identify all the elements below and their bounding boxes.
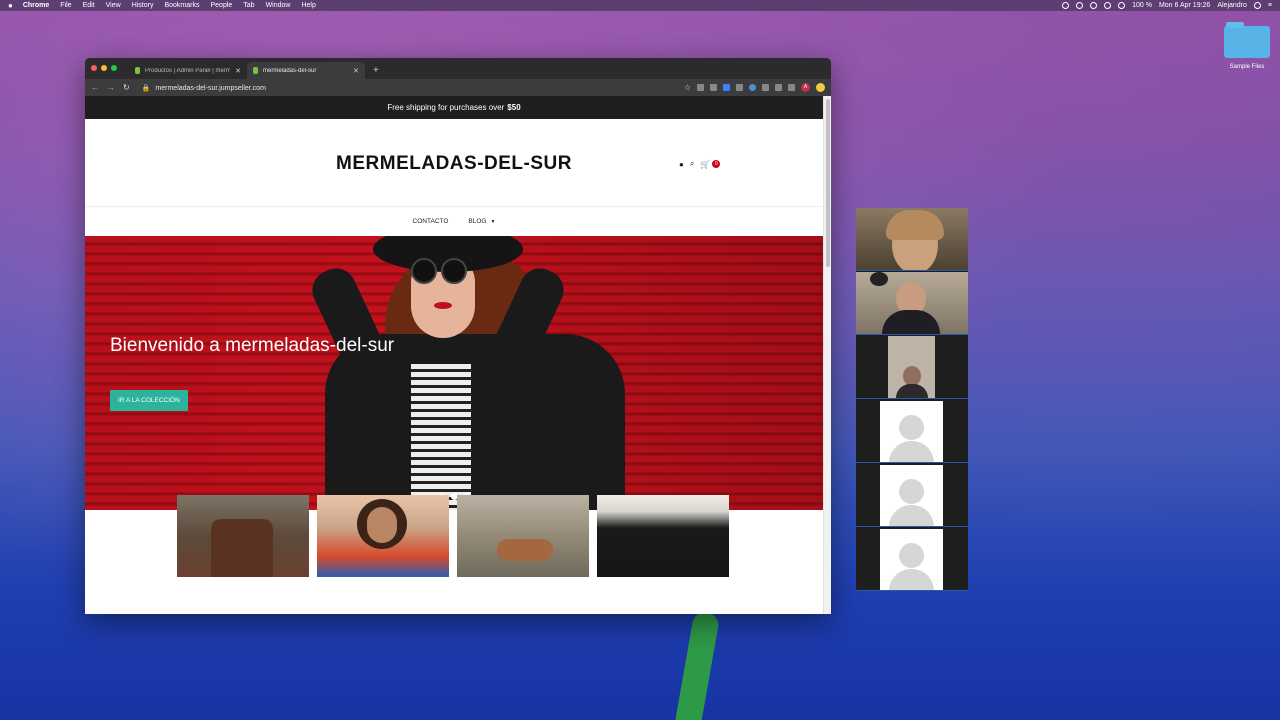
nav-blog-label: BLOG <box>468 218 487 225</box>
extension-icon[interactable] <box>775 84 782 91</box>
menu-edit[interactable]: Edit <box>83 2 95 9</box>
reload-icon[interactable]: ↻ <box>123 83 130 92</box>
hero-slider: Bienvenido a mermeladas-del-sur IR A LA … <box>85 236 823 510</box>
hero-image-shirt <box>411 364 471 510</box>
battery-percent[interactable]: 100 % <box>1132 2 1152 9</box>
tab-title: mermeladas-del-sur <box>263 67 317 74</box>
folder-icon <box>1224 22 1270 58</box>
url-text: mermeladas-del-sur.jumpseller.com <box>155 84 266 92</box>
clock[interactable]: Mon 6 Apr 19:26 <box>1159 2 1210 9</box>
participant-tile-no-video[interactable] <box>856 528 968 591</box>
forward-icon[interactable]: → <box>107 83 115 92</box>
menu-bar: ● Chrome File Edit View History Bookmark… <box>0 0 1280 11</box>
product-image-shoes[interactable] <box>457 495 589 577</box>
extension-icon[interactable] <box>788 84 795 91</box>
menu-history[interactable]: History <box>132 2 154 9</box>
status-area: 100 % Mon 6 Apr 19:26 Alejandro ≡ <box>1062 2 1272 9</box>
product-grid <box>177 495 729 577</box>
lock-icon: 🔒 <box>141 84 151 92</box>
participant-tile-no-video[interactable] <box>856 464 968 527</box>
folder-label: Sample Files <box>1229 64 1265 70</box>
menu-bookmarks[interactable]: Bookmarks <box>164 2 199 9</box>
menu-icon[interactable] <box>816 83 825 92</box>
extension-icon[interactable] <box>723 84 730 91</box>
menu-app-name[interactable]: Chrome <box>23 2 49 9</box>
announcement-text: Free shipping for purchases over <box>387 103 505 112</box>
back-icon[interactable]: ← <box>91 83 99 92</box>
menu-help[interactable]: Help <box>301 2 315 9</box>
status-icon[interactable] <box>1062 2 1070 9</box>
close-window-button[interactable] <box>91 65 97 71</box>
tab-store[interactable]: mermeladas-del-sur ✕ <box>247 62 365 79</box>
announcement-amount: $50 <box>507 103 521 112</box>
close-tab-icon[interactable]: ✕ <box>353 67 359 75</box>
nav-blog[interactable]: BLOG ▼ <box>468 218 495 225</box>
tab-title: Productos | Admin Panel | merm <box>145 67 231 74</box>
desktop-folder[interactable]: Sample Files <box>1224 22 1270 70</box>
avatar-placeholder-icon <box>880 465 943 526</box>
jumpseller-favicon-icon <box>135 67 140 74</box>
hero-image-sunglasses <box>441 258 467 284</box>
nav-contacto[interactable]: CONTACTO <box>413 218 449 225</box>
wifi-icon[interactable] <box>1104 2 1112 9</box>
menu-file[interactable]: File <box>60 2 71 9</box>
avatar-placeholder-icon <box>880 401 943 462</box>
status-icon[interactable] <box>1090 2 1098 9</box>
participant-tile[interactable] <box>856 336 968 399</box>
store-header: MERMELADAS-DEL-SUR ● ⌕ 🛒 0 <box>85 119 823 207</box>
announcement-bar: Free shipping for purchases over $50 <box>85 96 823 119</box>
menu-window[interactable]: Window <box>266 2 291 9</box>
menu-tab[interactable]: Tab <box>243 2 254 9</box>
hero-cta-button[interactable]: IR A LA COLECCIÓN <box>110 390 188 411</box>
apple-menu-icon[interactable]: ● <box>8 1 13 10</box>
extension-icon[interactable] <box>762 84 769 91</box>
notification-center-icon[interactable]: ≡ <box>1268 2 1272 9</box>
extensions-area: ☆ A <box>684 83 825 92</box>
jumpseller-favicon-icon <box>253 67 258 74</box>
window-controls <box>91 65 117 71</box>
menu-view[interactable]: View <box>106 2 121 9</box>
minimize-window-button[interactable] <box>101 65 107 71</box>
product-image-woman[interactable] <box>317 495 449 577</box>
address-bar: ← → ↻ 🔒 mermeladas-del-sur.jumpseller.com… <box>85 79 831 96</box>
store-page: Free shipping for purchases over $50 MER… <box>85 96 823 614</box>
hero-title: Bienvenido a mermeladas-del-sur <box>110 335 395 356</box>
tab-admin-panel[interactable]: Productos | Admin Panel | merm ✕ <box>129 62 247 79</box>
menu-people[interactable]: People <box>210 2 232 9</box>
siri-icon[interactable] <box>1253 2 1261 9</box>
participant-tile-no-video[interactable] <box>856 400 968 463</box>
search-icon[interactable]: ⌕ <box>690 159 694 169</box>
product-image-skirt[interactable] <box>597 495 729 577</box>
extension-icon[interactable] <box>736 84 743 91</box>
page-scrollbar[interactable] <box>823 96 831 614</box>
participant-tile[interactable] <box>856 208 968 271</box>
browser-window: Productos | Admin Panel | merm ✕ mermela… <box>85 58 831 614</box>
avatar-placeholder-icon <box>880 529 943 590</box>
new-tab-button[interactable]: + <box>365 65 387 79</box>
product-image-bag[interactable] <box>177 495 309 577</box>
status-icon[interactable] <box>1076 2 1084 9</box>
url-field[interactable]: 🔒 mermeladas-del-sur.jumpseller.com <box>142 84 266 92</box>
extension-icon[interactable] <box>749 84 756 91</box>
main-nav: CONTACTO BLOG ▼ <box>85 207 823 236</box>
hero-image-lips <box>434 302 452 309</box>
volume-icon[interactable] <box>1118 2 1126 9</box>
header-icons: ● ⌕ 🛒 0 <box>679 159 721 169</box>
hero-image-sunglasses <box>411 258 437 284</box>
caret-down-icon: ▼ <box>490 219 496 225</box>
scrollbar-thumb[interactable] <box>826 99 830 267</box>
account-icon[interactable]: ● <box>679 160 684 169</box>
participant-tile[interactable] <box>856 272 968 335</box>
zoom-window-button[interactable] <box>111 65 117 71</box>
close-tab-icon[interactable]: ✕ <box>235 67 241 75</box>
video-call-panel <box>856 208 968 591</box>
bookmark-star-icon[interactable]: ☆ <box>684 83 691 92</box>
extension-icon[interactable] <box>710 84 717 91</box>
cart-count-badge: 0 <box>712 160 721 168</box>
extension-icon[interactable] <box>697 84 704 91</box>
user-name[interactable]: Alejandro <box>1217 2 1247 9</box>
profile-avatar[interactable]: A <box>801 83 810 92</box>
tab-bar: Productos | Admin Panel | merm ✕ mermela… <box>85 58 831 79</box>
cart-icon[interactable]: 🛒 <box>700 160 710 169</box>
